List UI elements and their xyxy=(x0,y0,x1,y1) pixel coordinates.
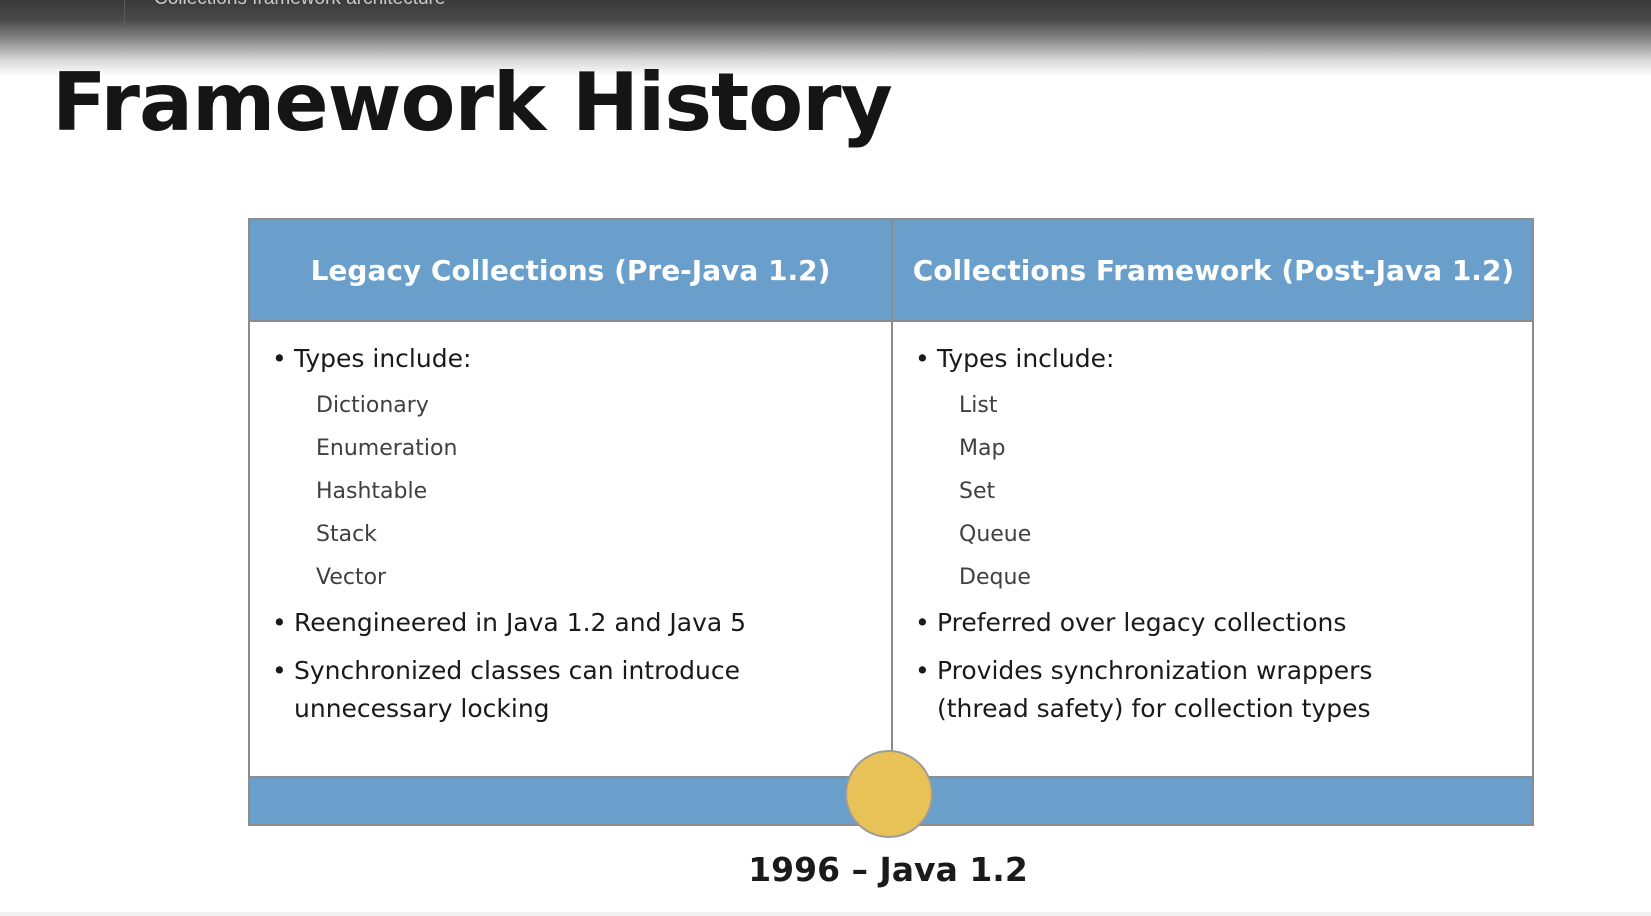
type-item: List xyxy=(959,393,998,418)
bullet-text-line: Synchronized classes can introduce xyxy=(294,656,740,685)
framework-column-header: Collections Framework (Post-Java 1.2) xyxy=(912,253,1515,287)
bullet-text: Preferred over legacy collections xyxy=(937,608,1347,637)
types-bullet: • Types include: xyxy=(915,340,1114,378)
framework-column-body: • Types include: List Map Set Queue Dequ… xyxy=(893,322,1534,778)
milestone-label: 1996 – Java 1.2 xyxy=(748,850,1028,889)
bullet-point: • Reengineered in Java 1.2 and Java 5 xyxy=(272,604,746,642)
types-label: Types include: xyxy=(294,344,472,373)
legacy-column-body: • Types include: Dictionary Enumeration … xyxy=(250,322,891,778)
type-item: Deque xyxy=(959,565,1031,590)
bullet-dot: • xyxy=(272,344,287,373)
bullet-dot: • xyxy=(272,608,287,637)
type-item: Hashtable xyxy=(316,479,428,504)
comparison-table: Legacy Collections (Pre-Java 1.2) Collec… xyxy=(248,218,1534,826)
types-bullet: • Types include: xyxy=(272,340,471,378)
slide-title: Framework History xyxy=(52,56,893,149)
type-item: Enumeration xyxy=(316,436,458,461)
bottom-edge xyxy=(0,912,1651,916)
bullet-text-line: (thread safety) for collection types xyxy=(937,694,1371,723)
type-item: Queue xyxy=(959,522,1032,547)
bullet-text: Reengineered in Java 1.2 and Java 5 xyxy=(294,608,747,637)
bullet-point: • Preferred over legacy collections xyxy=(915,604,1346,642)
bullet-dot: • xyxy=(272,656,287,685)
type-item: Map xyxy=(959,436,1006,461)
bullet-point: • Provides synchronization wrappers (thr… xyxy=(915,652,1372,728)
bullet-dot: • xyxy=(915,656,930,685)
type-item: Set xyxy=(959,479,996,504)
milestone-marker xyxy=(845,750,933,838)
bullet-point: • Synchronized classes can introduce unn… xyxy=(272,652,740,728)
bullet-dot: • xyxy=(915,608,930,637)
types-label: Types include: xyxy=(937,344,1115,373)
bullet-text-line: unnecessary locking xyxy=(294,694,550,723)
type-item: Dictionary xyxy=(316,393,429,418)
topbar-divider xyxy=(124,0,125,28)
type-item: Vector xyxy=(316,565,387,590)
type-item: Stack xyxy=(316,522,377,547)
bullet-text-line: Provides synchronization wrappers xyxy=(937,656,1373,685)
video-title[interactable]: Collections framework architecture xyxy=(154,0,445,10)
legacy-column-header: Legacy Collections (Pre-Java 1.2) xyxy=(310,253,831,287)
bullet-dot: • xyxy=(915,344,930,373)
